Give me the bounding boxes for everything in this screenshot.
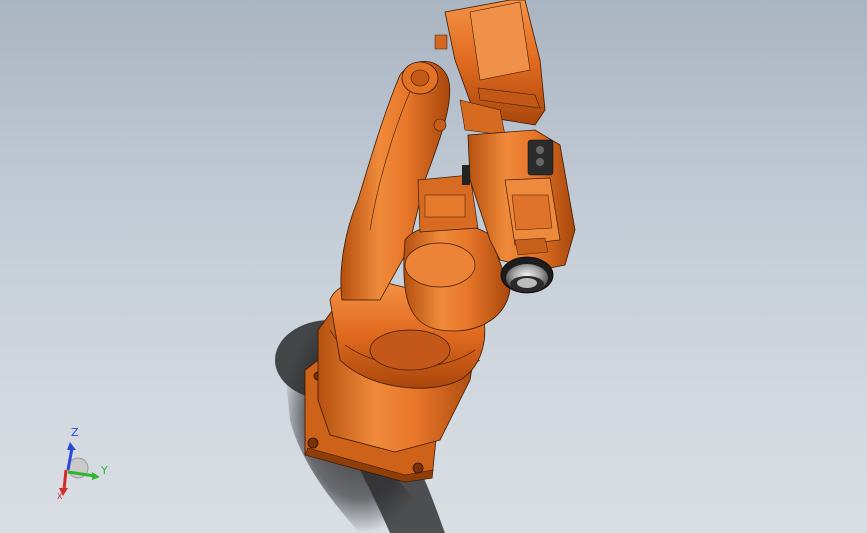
y-axis-arrow bbox=[92, 472, 100, 480]
x-axis-label: X bbox=[57, 492, 63, 501]
view-triad[interactable]: Z Y X bbox=[40, 420, 130, 510]
robot-upper-arm[interactable] bbox=[433, 0, 546, 136]
z-axis-arrow bbox=[67, 442, 76, 450]
graphics-viewport[interactable]: Z Y X bbox=[0, 0, 867, 533]
y-axis-label: Y bbox=[101, 464, 108, 477]
robot-tool-flange[interactable] bbox=[500, 256, 554, 294]
z-axis-label: Z bbox=[71, 426, 79, 439]
x-axis-line bbox=[62, 469, 68, 491]
robot-arm-model[interactable] bbox=[0, 0, 867, 533]
triad-axes bbox=[59, 442, 100, 496]
